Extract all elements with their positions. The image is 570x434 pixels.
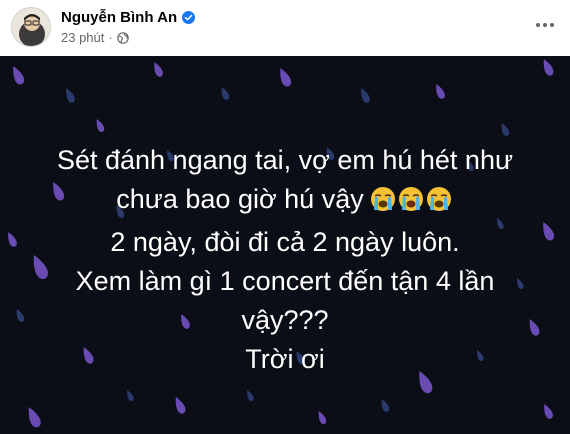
author-avatar[interactable] <box>11 7 51 47</box>
globe-icon[interactable] <box>116 31 129 44</box>
post-line-3: 2 ngày, đòi đi cả 2 ngày luôn. <box>110 227 460 257</box>
verified-badge-icon <box>182 11 196 24</box>
post-line-2: chưa bao giờ hú vậy <box>0 180 570 223</box>
post-header: Nguyễn Bình An 23 phút · <box>0 0 570 56</box>
post-meta: 23 phút · <box>61 30 129 45</box>
author-name[interactable]: Nguyễn Bình An <box>61 9 177 26</box>
avatar-image <box>12 8 50 46</box>
meta-separator: · <box>108 30 113 45</box>
post-line-2-text: chưa bao giờ hú vậy <box>116 184 364 214</box>
loudly-crying-face-icon <box>370 187 395 211</box>
author-line: Nguyễn Bình An <box>61 9 196 26</box>
loudly-crying-face-icon <box>426 187 451 211</box>
post-line-6: Trời ơi <box>245 344 325 374</box>
post-line-5: vậy??? <box>241 305 329 335</box>
more-options-icon <box>536 23 554 27</box>
post-line-4: Xem làm gì 1 concert đến tận 4 lần <box>75 266 495 296</box>
loudly-crying-face-icon <box>398 187 423 211</box>
crying-emoji-group <box>370 184 454 223</box>
post-text: Sét đánh ngang tai, vợ em hú hét như chư… <box>0 141 570 379</box>
post-timestamp[interactable]: 23 phút <box>61 30 104 45</box>
post-background: Sét đánh ngang tai, vợ em hú hét như chư… <box>0 56 570 434</box>
post-line-1: Sét đánh ngang tai, vợ em hú hét như <box>56 145 514 175</box>
more-options-button[interactable] <box>530 10 560 40</box>
